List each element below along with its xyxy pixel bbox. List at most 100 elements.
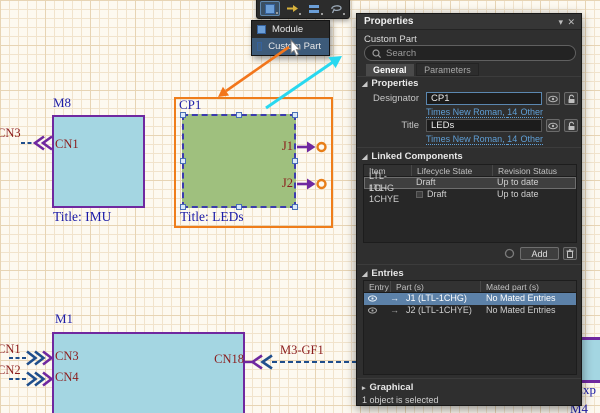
cp1-port-j2: J2 (276, 176, 293, 191)
section-expanded-icon: ◢ (362, 154, 367, 161)
designator-font-link[interactable]: Times New Roman, 14 (426, 107, 517, 118)
col-entry[interactable]: Entry (364, 281, 390, 292)
resize-handle[interactable] (292, 204, 298, 210)
resize-handle[interactable] (292, 158, 298, 164)
title-input[interactable]: LEDs (426, 119, 542, 132)
panel-title: Properties (364, 14, 413, 30)
block-m1[interactable] (52, 332, 245, 413)
section-linked-components[interactable]: ◢Linked Components (362, 151, 463, 162)
eye-icon (368, 307, 377, 314)
section-collapsed-icon: ▸ (362, 385, 366, 392)
m1-port-cn3: CN3 (55, 349, 79, 364)
eye-icon (368, 295, 377, 302)
m8-port-cn1: CN1 (55, 137, 79, 152)
status-text: 1 object is selected (362, 395, 439, 405)
trash-icon (566, 249, 574, 258)
divider (357, 378, 581, 379)
block-m8[interactable] (52, 115, 145, 208)
lasso-tool-button[interactable] (326, 1, 346, 16)
panel-subtitle: Custom Part (364, 34, 417, 45)
cp1-port-j1: J1 (276, 139, 293, 154)
col-part[interactable]: Part (s) (390, 281, 480, 292)
ext-port-cn3: CN3 (0, 126, 21, 141)
divider (357, 76, 581, 77)
designator-label: Designator (357, 93, 419, 104)
col-mated-part[interactable]: Mated part (s) (480, 281, 576, 292)
add-button[interactable]: Add (520, 247, 559, 260)
block-cp1[interactable] (182, 114, 296, 208)
placement-toolbar (256, 0, 350, 19)
col-revision-status[interactable]: Revision Status (492, 165, 576, 176)
resize-handle[interactable] (180, 158, 186, 164)
section-graphical[interactable]: ▸Graphical (362, 382, 413, 393)
lock-button[interactable] (564, 92, 578, 105)
tab-parameters[interactable]: Parameters (416, 63, 479, 76)
title-font-link[interactable]: Times New Roman, 14 (426, 134, 517, 145)
panel-close-icon[interactable]: ✕ (567, 14, 575, 30)
divider (357, 264, 581, 265)
properties-panel: Properties ▾ ✕ Custom Part Search Genera… (356, 13, 582, 406)
menu-item-module[interactable]: Module (252, 21, 329, 38)
cp1-title: Title: LEDs (180, 209, 244, 225)
entries-row[interactable]: → J1 (LTL-1CHG) No Mated Entries (364, 293, 576, 305)
delete-button[interactable] (563, 247, 577, 260)
tool-dropdown-dot (343, 13, 345, 15)
section-properties[interactable]: ◢Properties (362, 78, 418, 89)
ext-port-m3gf1: M3-GF1 (280, 343, 324, 358)
schematic-editor: { "icons": { "dropdown_caret": "▾", "clo… (0, 0, 600, 413)
divider (357, 147, 581, 148)
menu-item-custom-part[interactable]: Custom Part (252, 38, 329, 55)
designator-input[interactable]: CP1 (426, 92, 542, 105)
m1-port-cn4: CN4 (55, 370, 79, 385)
harness-tool-button[interactable] (304, 1, 324, 16)
entries-table-header[interactable]: Entry Part (s) Mated part (s) (364, 281, 576, 293)
col-lifecycle-state[interactable]: Lifecycle State (411, 165, 492, 176)
refresh-icon[interactable] (504, 248, 515, 259)
m8-title: Title: IMU (53, 209, 111, 225)
harness-icon (308, 4, 320, 14)
resize-handle[interactable] (292, 112, 298, 118)
tool-dropdown-dot (299, 13, 301, 15)
panel-titlebar[interactable]: Properties ▾ ✕ (357, 14, 581, 30)
section-entries[interactable]: ◢Entries (362, 268, 404, 279)
module-tool-button[interactable] (260, 1, 280, 16)
entries-row[interactable]: → J2 (LTL-1CHYE) No Mated Entries (364, 305, 576, 317)
title-label: Title (357, 120, 419, 131)
visibility-button[interactable] (546, 92, 560, 105)
linked-row[interactable]: LTL-1CHYE Draft Up to date (364, 189, 576, 201)
designator-other-link[interactable]: Other (507, 107, 543, 118)
yellow-arrow-icon (286, 4, 299, 13)
ext-port-cn1: CN1 (0, 342, 21, 357)
entry-arrow-icon: → (390, 305, 406, 317)
tool-dropdown-dot (276, 12, 278, 14)
draft-checkbox[interactable] (416, 191, 423, 198)
lock-button[interactable] (564, 119, 578, 132)
panel-menu-caret-icon[interactable]: ▾ (558, 14, 563, 30)
custom-part-icon (257, 42, 262, 51)
search-input[interactable]: Search (364, 45, 576, 61)
eye-icon (548, 122, 558, 130)
entry-arrow-icon: → (390, 293, 406, 305)
search-icon (372, 49, 381, 58)
m1-port-cn18: CN18 (208, 352, 244, 367)
resize-handle[interactable] (236, 112, 242, 118)
placement-dropdown-menu: Module Custom Part (251, 20, 330, 56)
visibility-button[interactable] (546, 119, 560, 132)
ext-port-cn2: CN2 (0, 363, 21, 378)
m8-ref-label: M8 (53, 95, 71, 111)
lock-icon (567, 121, 576, 131)
block-right-edge[interactable] (580, 337, 600, 383)
module-icon (257, 25, 266, 34)
lock-icon (567, 94, 576, 104)
module-icon (265, 4, 275, 14)
m1-ref-label: M1 (55, 311, 73, 327)
cp1-ref-label: CP1 (179, 97, 201, 113)
tool-dropdown-dot (321, 13, 323, 15)
section-expanded-icon: ◢ (362, 81, 367, 88)
search-placeholder: Search (386, 48, 416, 59)
entries-table: Entry Part (s) Mated part (s) → J1 (LTL-… (363, 280, 577, 375)
arrow-tool-button[interactable] (282, 1, 302, 16)
linked-components-table: Item Lifecycle State Revision Status LTL… (363, 164, 577, 243)
title-other-link[interactable]: Other (507, 134, 543, 145)
eye-icon (548, 95, 558, 103)
